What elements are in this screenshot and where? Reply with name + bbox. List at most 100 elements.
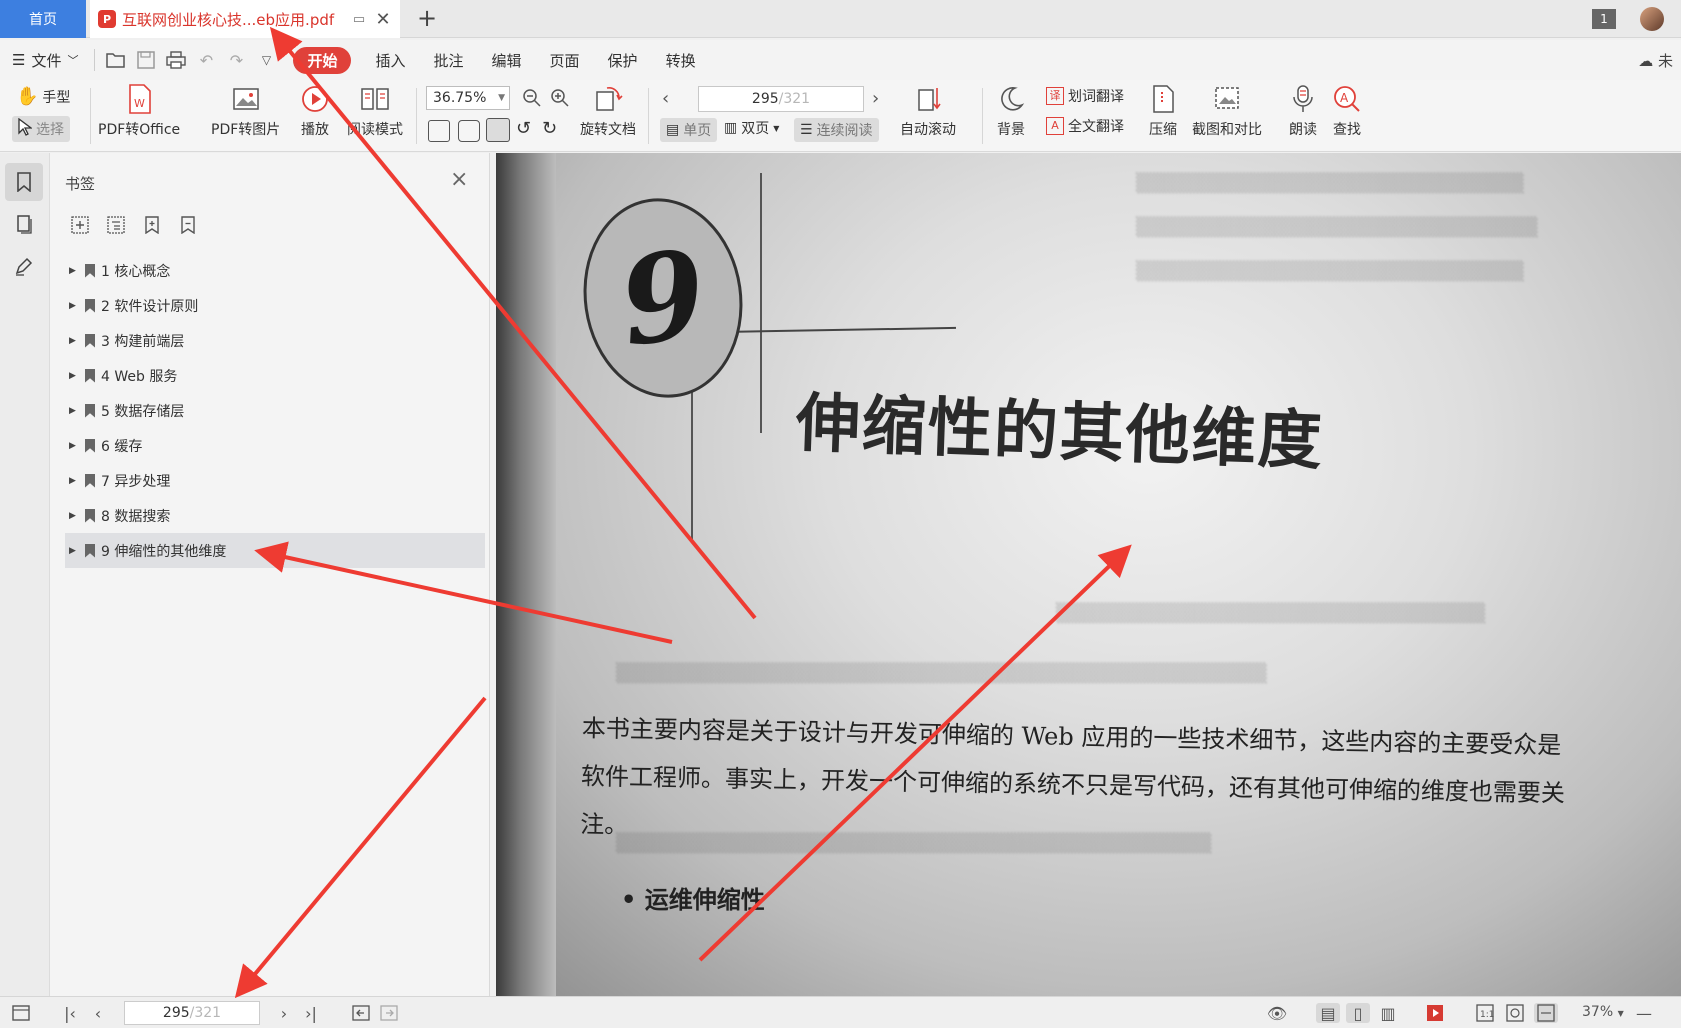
bookmark-rail-icon[interactable]	[5, 163, 43, 201]
select-tool-button[interactable]: 选择	[12, 116, 70, 142]
window-count-badge[interactable]: 1	[1592, 9, 1616, 29]
find-button[interactable]: A 查找	[1330, 82, 1364, 139]
zoom-out-button[interactable]	[522, 88, 542, 112]
expand-arrow-icon[interactable]: ▶	[69, 336, 79, 346]
expand-arrow-icon[interactable]: ▶	[69, 266, 79, 276]
menu-protect[interactable]: 保护	[594, 50, 652, 71]
read-mode-button[interactable]: 阅读模式	[347, 82, 403, 139]
play-button[interactable]: 播放	[298, 82, 332, 139]
monitor-icon[interactable]: ▭	[350, 11, 368, 27]
sidebar-toggle-icon[interactable]	[10, 1003, 32, 1023]
bookmark-item[interactable]: ▶ 3 构建前端层	[65, 323, 485, 358]
undo-icon[interactable]: ↶	[195, 49, 217, 71]
bookmark-item[interactable]: ▶ 4 Web 服务	[65, 358, 485, 393]
add-sub-bookmark-icon[interactable]	[106, 215, 126, 235]
pdf-to-image-button[interactable]: PDF转图片	[211, 82, 280, 139]
bookmark-item[interactable]: ▶ 5 数据存储层	[65, 393, 485, 428]
expand-arrow-icon[interactable]: ▶	[69, 476, 79, 486]
divider	[982, 88, 983, 144]
next-page-icon[interactable]: ›	[274, 1003, 294, 1023]
bookmark-label: 9 伸缩性的其他维度	[101, 543, 227, 560]
bookmark-item[interactable]: ▶ 2 软件设计原则	[65, 288, 485, 323]
cloud-sync[interactable]: ☁ 未	[1638, 50, 1673, 71]
read-aloud-button[interactable]: 朗读	[1286, 82, 1320, 139]
zoom-select[interactable]: 36.75% ▼	[426, 86, 510, 110]
total-pages: /321	[778, 91, 811, 107]
continuous-read-button[interactable]: ☰ 连续阅读	[794, 118, 879, 142]
tab-close-icon[interactable]: ✕	[374, 9, 392, 30]
new-tab-plus-icon[interactable]: +	[412, 4, 442, 32]
save-icon[interactable]	[135, 49, 157, 71]
screenshot-compare-button[interactable]: 截图和对比	[1192, 82, 1262, 139]
customize-dropdown-icon[interactable]: ▽	[255, 49, 277, 71]
menu-convert[interactable]: 转换	[652, 50, 710, 71]
single-page-button[interactable]: ▤ 单页	[660, 118, 718, 142]
menu-insert[interactable]: 插入	[361, 50, 419, 71]
single-page-view-icon[interactable]: ▤	[1316, 1003, 1340, 1023]
word-translate-button[interactable]: 译 划词翻译	[1046, 86, 1124, 106]
continuous-view-icon[interactable]: ▯	[1346, 1003, 1370, 1023]
document-view[interactable]: ▒▒▒▒▒▒▒▒▒▒▒▒▒▒▒▒▒▒▒▒▒▒▒▒▒▒▒▒ ▒▒▒▒▒▒▒▒▒▒▒…	[496, 153, 1681, 996]
rotate-right-icon[interactable]: ↻	[542, 118, 557, 139]
bookmark-item-selected[interactable]: ▶ 9 伸缩性的其他维度	[65, 533, 485, 568]
page-number-input[interactable]: 295 /321	[698, 86, 864, 112]
fit-width-icon[interactable]	[486, 118, 510, 142]
expand-arrow-icon[interactable]: ▶	[69, 301, 79, 311]
home-tab[interactable]: 首页	[0, 0, 86, 38]
expand-arrow-icon[interactable]: ▶	[69, 371, 79, 381]
first-page-icon[interactable]: |‹	[60, 1003, 80, 1023]
background-button[interactable]: 背景	[994, 82, 1028, 139]
full-translate-button[interactable]: A 全文翻译	[1046, 116, 1124, 136]
user-avatar[interactable]	[1640, 7, 1664, 31]
thumbnail-rail-icon[interactable]	[5, 205, 43, 243]
bookmark-item[interactable]: ▶ 8 数据搜索	[65, 498, 485, 533]
actual-size-icon[interactable]	[428, 120, 450, 142]
double-page-button[interactable]: ▥ 双页 ▼	[724, 118, 779, 138]
menu-edit[interactable]: 编辑	[478, 50, 536, 71]
bookmark-item[interactable]: ▶ 6 缓存	[65, 428, 485, 463]
pdf-to-office-button[interactable]: W PDF转Office	[98, 82, 180, 139]
menu-annotate[interactable]: 批注	[420, 50, 478, 71]
status-page-input[interactable]: 295 /321	[124, 1001, 260, 1025]
play-slideshow-icon[interactable]	[1424, 1003, 1446, 1023]
add-bookmark-icon[interactable]	[70, 215, 90, 235]
prev-page-icon[interactable]: ‹	[662, 88, 669, 109]
menu-page[interactable]: 页面	[536, 50, 594, 71]
forward-icon[interactable]	[378, 1003, 400, 1023]
prev-page-icon[interactable]: ‹	[88, 1003, 108, 1023]
bookmark-label: 7 异步处理	[101, 473, 171, 490]
double-page-view-icon[interactable]: ▥	[1376, 1003, 1400, 1023]
bookmark-remove-icon[interactable]	[178, 215, 198, 235]
status-zoom[interactable]: 37% ▼	[1582, 1004, 1624, 1020]
auto-scroll-button[interactable]: 自动滚动	[900, 82, 956, 139]
expand-arrow-icon[interactable]: ▶	[69, 406, 79, 416]
last-page-icon[interactable]: ›|	[300, 1003, 322, 1023]
menu-start[interactable]: 开始	[293, 46, 352, 74]
expand-arrow-icon[interactable]: ▶	[69, 441, 79, 451]
rotate-document-button[interactable]: 旋转文档	[580, 82, 636, 139]
document-tab[interactable]: P 互联网创业核心技...eb应用.pdf ▭ ✕	[90, 0, 400, 38]
expand-arrow-icon[interactable]: ▶	[69, 546, 79, 556]
file-menu[interactable]: ☰ 文件 ﹀	[0, 50, 88, 71]
panel-close-icon[interactable]: ×	[450, 167, 468, 192]
eye-protection-icon[interactable]: 👁	[1264, 1003, 1290, 1023]
bookmark-item[interactable]: ▶ 7 异步处理	[65, 463, 485, 498]
fit-page-icon[interactable]	[458, 120, 480, 142]
next-page-icon[interactable]: ›	[872, 88, 879, 109]
zoom-out-icon[interactable]: —	[1634, 1003, 1654, 1023]
bookmark-item[interactable]: ▶ 1 核心概念	[65, 253, 485, 288]
compress-button[interactable]: 压缩	[1146, 82, 1180, 139]
open-folder-icon[interactable]	[105, 49, 127, 71]
annotation-rail-icon[interactable]	[5, 247, 43, 285]
rotate-left-icon[interactable]: ↺	[516, 118, 531, 139]
zoom-in-button[interactable]	[550, 88, 570, 112]
print-icon[interactable]	[165, 49, 187, 71]
hand-tool-button[interactable]: ✋ 手型	[16, 86, 70, 107]
fit-width-icon[interactable]	[1534, 1003, 1558, 1023]
redo-icon[interactable]: ↷	[225, 49, 247, 71]
expand-arrow-icon[interactable]: ▶	[69, 511, 79, 521]
actual-size-icon[interactable]: 1:1	[1474, 1003, 1496, 1023]
bookmark-plus-icon[interactable]	[142, 215, 162, 235]
back-icon[interactable]	[350, 1003, 372, 1023]
fit-page-icon[interactable]	[1504, 1003, 1526, 1023]
